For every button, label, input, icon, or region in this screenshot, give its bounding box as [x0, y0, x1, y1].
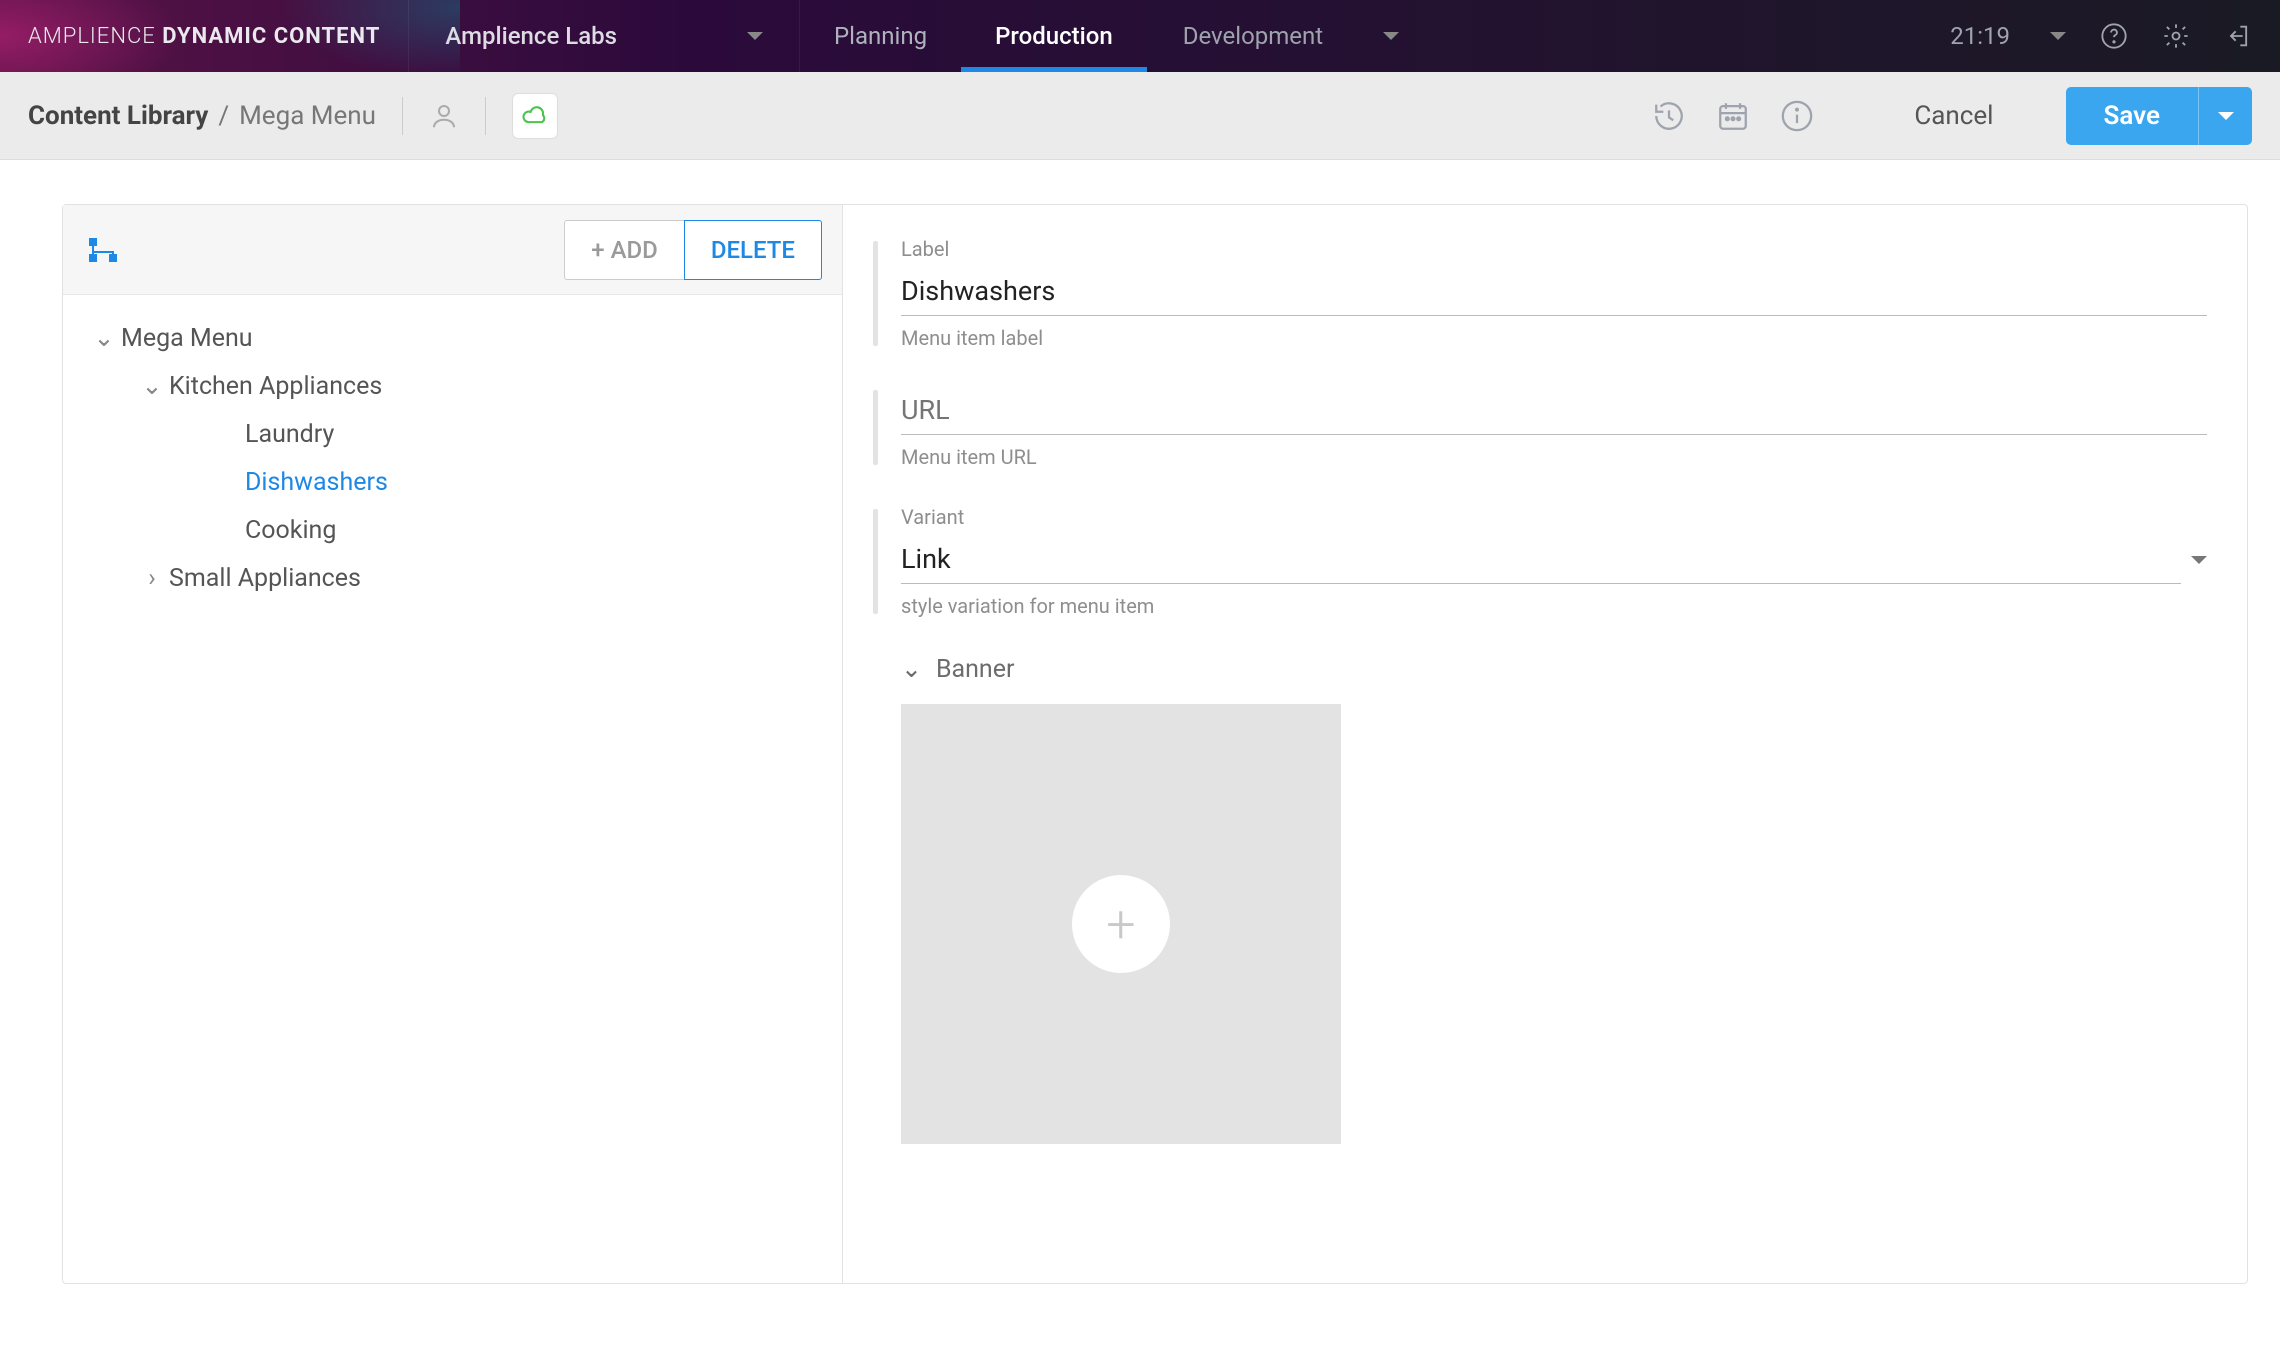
breadcrumb-root[interactable]: Content Library — [28, 101, 208, 131]
menu-tree: ⌄ Mega Menu ⌄ Kitchen Appliances — [63, 295, 842, 623]
field-variant: Variant Link style variation for menu it… — [843, 505, 2207, 618]
chevron-down-icon — [2218, 112, 2234, 120]
variant-select[interactable]: Link — [901, 535, 2207, 584]
tree-node-kitchen-appliances[interactable]: ⌄ Kitchen Appliances — [75, 363, 830, 411]
breadcrumb: Content Library / Mega Menu — [28, 101, 376, 131]
caret-right-icon: › — [143, 557, 161, 601]
caret-down-icon: ⌄ — [143, 365, 161, 409]
environment-name: Development — [1183, 22, 1323, 50]
gear-icon[interactable] — [2162, 22, 2190, 50]
cloud-status-button[interactable] — [512, 93, 558, 139]
field-label: Label Menu item label — [843, 237, 2207, 350]
breadcrumb-leaf: Mega Menu — [239, 101, 376, 131]
user-icon[interactable] — [429, 101, 459, 131]
field-title: Variant — [901, 505, 2207, 529]
add-node-button[interactable]: + ADD — [564, 220, 685, 280]
tree-node-dishwashers[interactable]: Dishwashers — [75, 459, 830, 507]
hub-name: Amplience Labs — [445, 22, 617, 50]
brand-bold: DYNAMIC CONTENT — [162, 24, 380, 49]
field-help: style variation for menu item — [901, 594, 2207, 618]
plus-icon: + — [1072, 875, 1170, 973]
save-split-button: Save — [2066, 87, 2253, 145]
tree-label: Laundry — [245, 413, 334, 457]
url-input[interactable] — [901, 386, 2207, 435]
cloud-icon — [521, 106, 549, 126]
tab-production[interactable]: Production — [961, 0, 1147, 72]
brand-light: AMPLIENCE — [28, 24, 156, 49]
tree-label: Cooking — [245, 509, 336, 553]
brand-logo: AMPLIENCE DYNAMIC CONTENT — [0, 24, 408, 49]
clock-time: 21:19 — [1950, 22, 2010, 50]
save-button[interactable]: Save — [2066, 87, 2199, 145]
label-input[interactable] — [901, 267, 2207, 316]
chevron-down-icon[interactable] — [2050, 32, 2066, 40]
hub-selector[interactable]: Amplience Labs — [408, 0, 800, 72]
chevron-down-icon — [1383, 32, 1399, 40]
tree-node-laundry[interactable]: Laundry — [75, 411, 830, 459]
banner-image-dropzone[interactable]: + — [901, 704, 1341, 1144]
field-title: Label — [901, 237, 2207, 261]
field-help: Menu item URL — [901, 445, 2207, 469]
delete-node-button[interactable]: DELETE — [684, 220, 822, 280]
save-dropdown-button[interactable] — [2198, 87, 2252, 145]
caret-down-icon: ⌄ — [901, 654, 922, 684]
field-help: Menu item label — [901, 326, 2207, 350]
cancel-button[interactable]: Cancel — [1914, 101, 1993, 131]
logout-icon[interactable] — [2224, 22, 2252, 50]
tree-label: Mega Menu — [121, 317, 253, 361]
tree-node-mega-menu[interactable]: ⌄ Mega Menu — [75, 315, 830, 363]
caret-down-icon: ⌄ — [95, 317, 113, 361]
calendar-icon[interactable] — [1716, 99, 1750, 133]
info-icon[interactable] — [1780, 99, 1814, 133]
environment-selector[interactable]: Development — [1147, 22, 1435, 50]
chevron-down-icon — [747, 32, 763, 40]
history-icon[interactable] — [1652, 99, 1686, 133]
variant-value: Link — [901, 535, 2181, 584]
field-url: Menu item URL — [843, 386, 2207, 469]
tree-node-small-appliances[interactable]: › Small Appliances — [75, 555, 830, 603]
breadcrumb-separator: / — [218, 101, 229, 131]
tree-label: Kitchen Appliances — [169, 365, 382, 409]
banner-title: Banner — [936, 655, 1015, 684]
chevron-down-icon — [2191, 556, 2207, 564]
hierarchy-icon — [87, 236, 119, 264]
tree-label: Small Appliances — [169, 557, 361, 601]
tree-label: Dishwashers — [245, 461, 388, 505]
tree-node-cooking[interactable]: Cooking — [75, 507, 830, 555]
tab-planning[interactable]: Planning — [800, 0, 961, 72]
help-icon[interactable] — [2100, 22, 2128, 50]
banner-section-toggle[interactable]: ⌄ Banner — [901, 654, 2207, 684]
